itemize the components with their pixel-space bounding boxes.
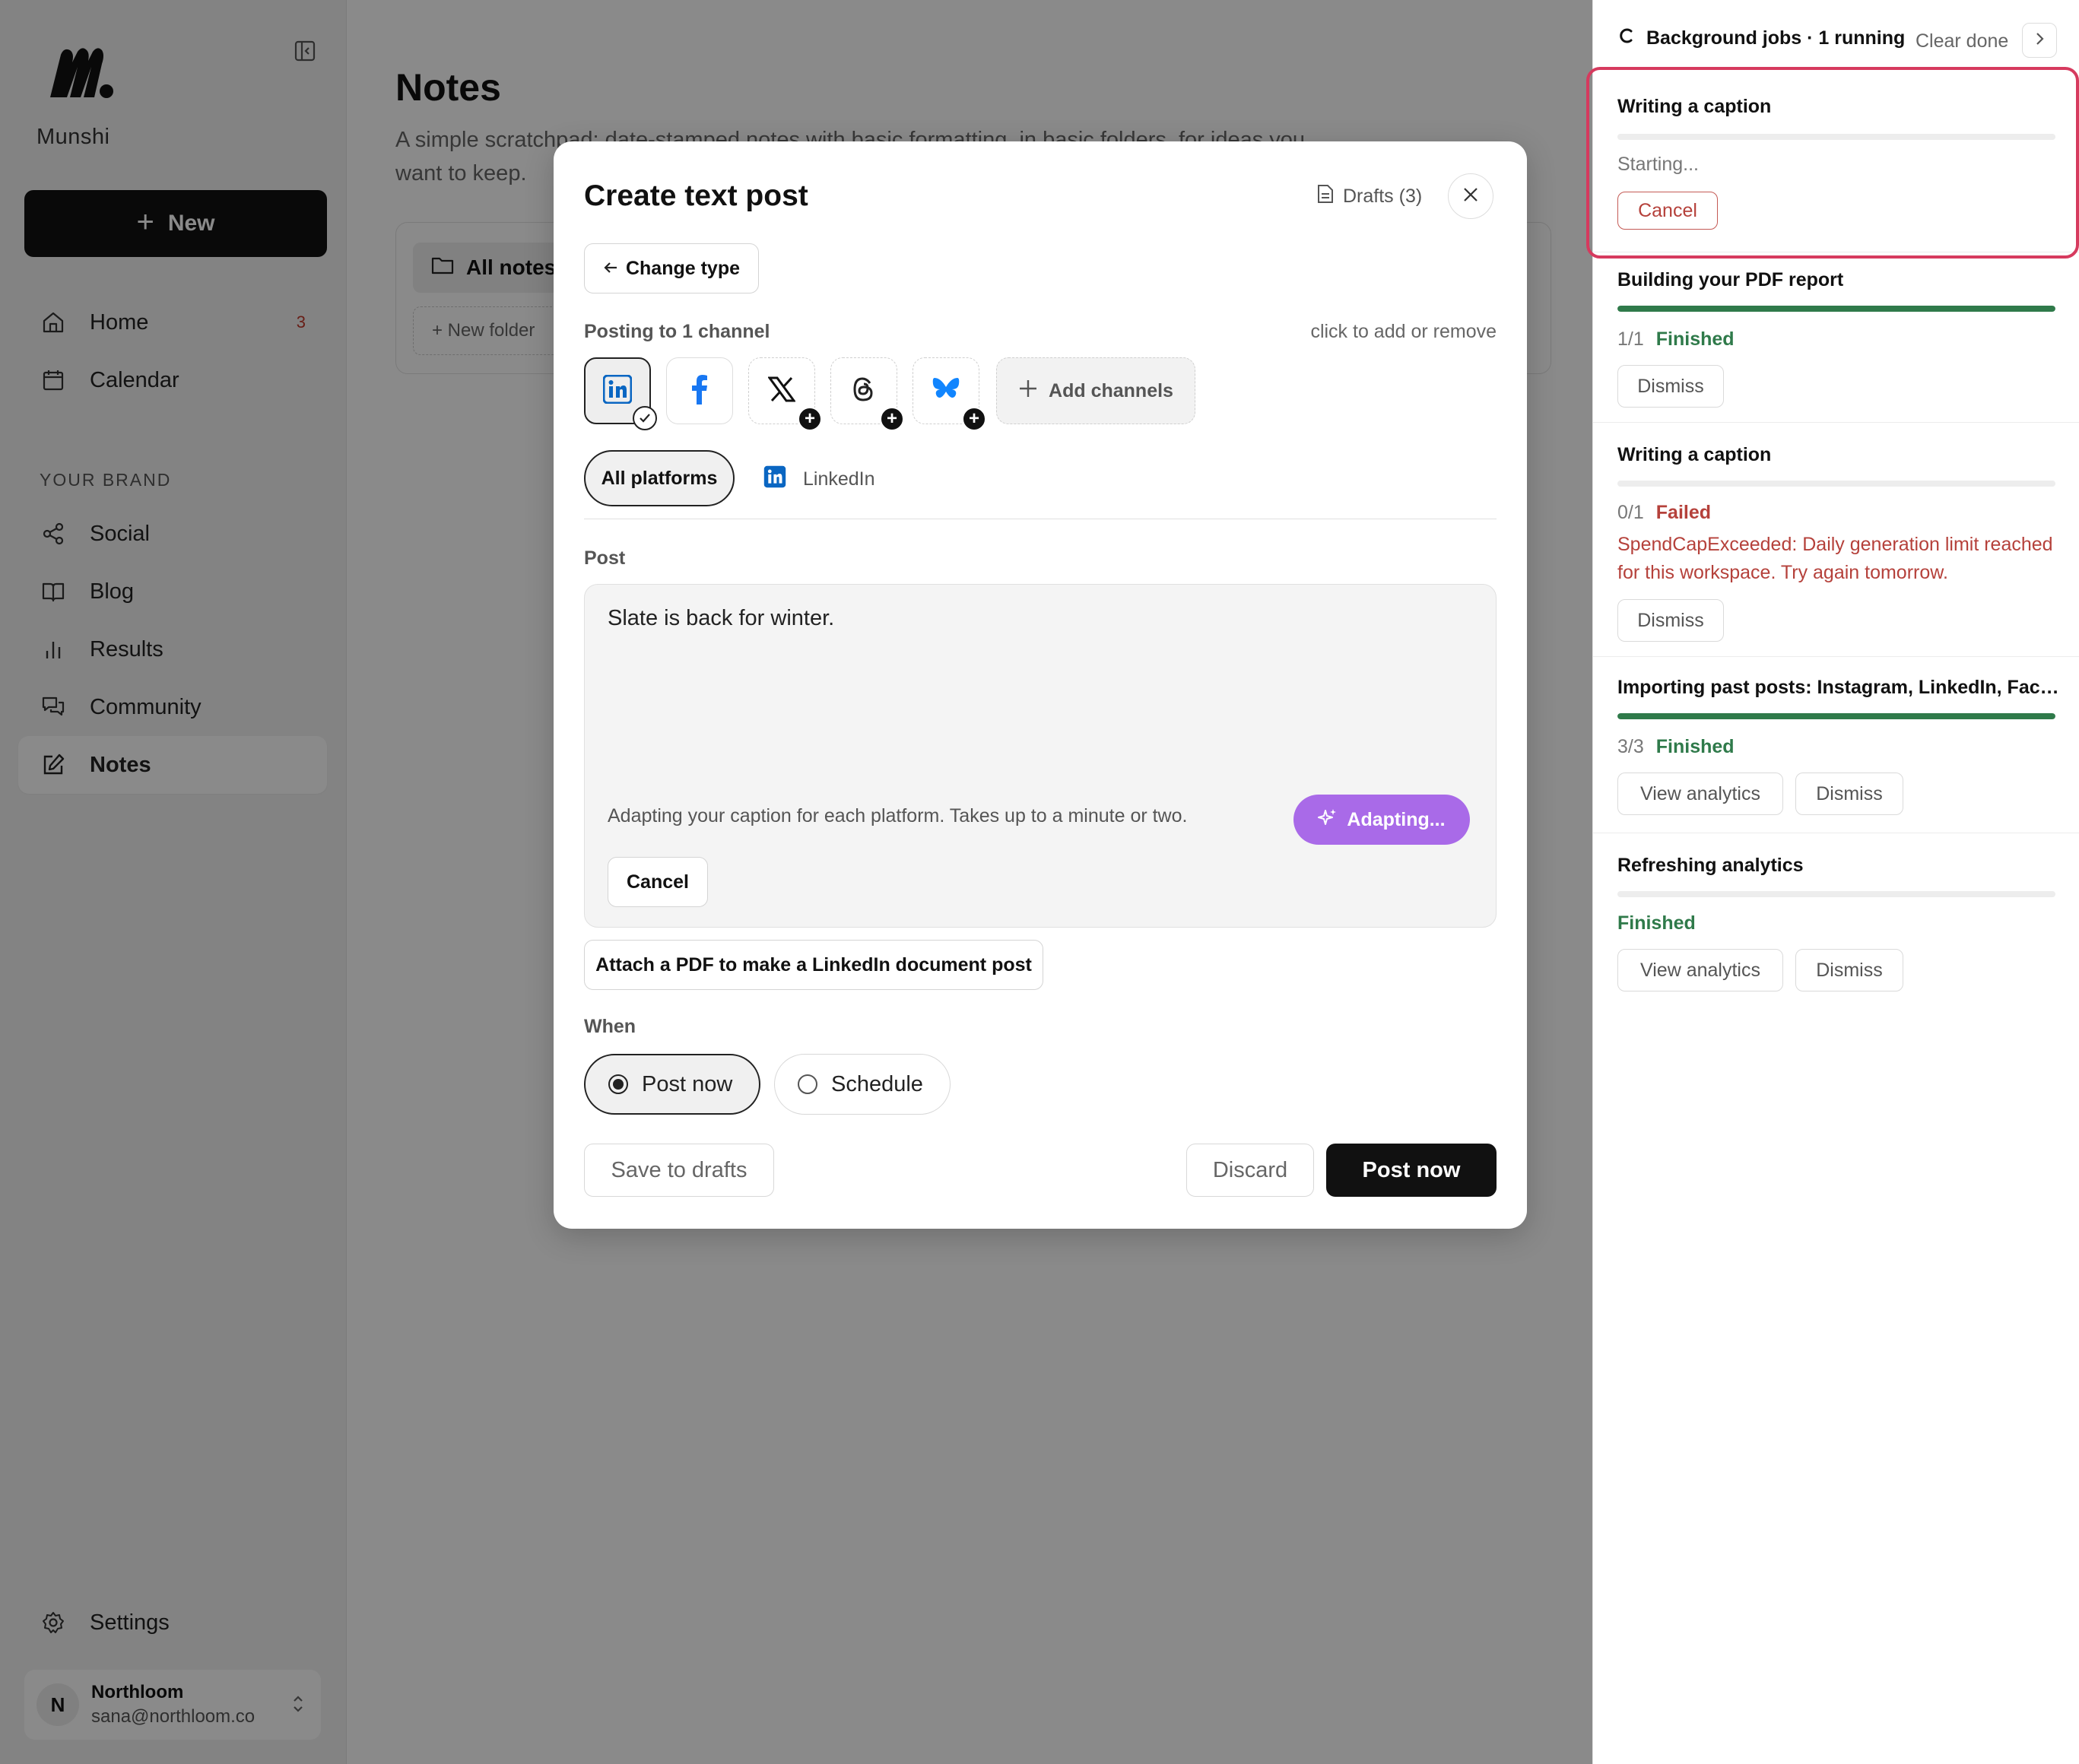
add-channels-button[interactable]: Add channels: [996, 357, 1195, 424]
job-count: 0/1: [1617, 502, 1644, 523]
job-status: Starting...: [1617, 154, 1699, 176]
radio-label: Schedule: [831, 1071, 923, 1096]
cancel-adapting-button[interactable]: Cancel: [608, 857, 708, 907]
background-jobs-panel: Background jobs · 1 running Clear done W…: [1592, 0, 2079, 1764]
job-status: 3/3 Finished: [1617, 736, 1735, 758]
adapting-label: Adapting...: [1347, 808, 1446, 830]
post-text[interactable]: Slate is back for winter.: [608, 606, 834, 631]
progress-fill: [1617, 306, 2055, 312]
selected-check-icon: [633, 406, 657, 430]
status-text: Finished: [1655, 736, 1735, 757]
close-icon: [1462, 186, 1479, 207]
dismiss-button[interactable]: Dismiss: [1795, 773, 1903, 815]
radio-unselected-icon: [798, 1074, 817, 1094]
tab-all-platforms[interactable]: All platforms: [584, 450, 735, 506]
adapting-note: Adapting your caption for each platform.…: [608, 805, 1188, 826]
facebook-icon: [690, 374, 709, 408]
add-channel-icon: +: [880, 407, 904, 431]
post-now-radio[interactable]: Post now: [584, 1054, 760, 1115]
bluesky-icon: [932, 376, 960, 406]
job-card: Building your PDF report 1/1 Finished Di…: [1593, 252, 2079, 423]
post-label: Post: [584, 547, 626, 569]
modal-title: Create text post: [584, 179, 808, 212]
job-card: Writing a caption Starting... Cancel: [1593, 70, 2079, 252]
create-post-modal: Create text post Drafts (3) Change type …: [554, 141, 1527, 1229]
progress-bar: [1617, 306, 2055, 312]
job-title: Building your PDF report: [1617, 269, 1844, 290]
dismiss-button[interactable]: Dismiss: [1795, 949, 1903, 991]
close-button[interactable]: [1448, 173, 1493, 219]
x-icon: [767, 376, 796, 406]
posting-label: Posting to 1 channel: [584, 321, 770, 342]
status-text: Finished: [1617, 912, 1696, 934]
job-title: Writing a caption: [1617, 444, 1772, 465]
progress-bar: [1617, 891, 2055, 897]
post-editor[interactable]: Slate is back for winter. Adapting your …: [584, 584, 1497, 928]
job-status: 1/1 Finished: [1617, 328, 1735, 351]
job-title: Refreshing analytics: [1617, 855, 1804, 876]
job-status: 0/1 Failed: [1617, 502, 1711, 524]
document-icon: [1317, 184, 1334, 209]
job-card: Importing past posts: Instagram, LinkedI…: [1593, 657, 2079, 833]
progress-bar: [1617, 134, 2055, 140]
adapting-button[interactable]: Adapting...: [1293, 795, 1470, 845]
job-card: Refreshing analytics Finished View analy…: [1593, 833, 2079, 1008]
linkedin-icon: [763, 465, 786, 493]
job-count: 3/3: [1617, 736, 1644, 757]
add-channel-icon: +: [962, 407, 986, 431]
progress-bar: [1617, 481, 2055, 487]
progress-fill: [1617, 713, 2055, 719]
drafts-label: Drafts (3): [1343, 186, 1423, 207]
clear-done-button[interactable]: Clear done: [1916, 30, 2008, 52]
view-analytics-button[interactable]: View analytics: [1617, 773, 1783, 815]
arrow-left-icon: [603, 258, 618, 280]
dismiss-button[interactable]: Dismiss: [1617, 599, 1724, 642]
drafts-button[interactable]: Drafts (3): [1317, 184, 1422, 209]
schedule-radio[interactable]: Schedule: [774, 1054, 951, 1115]
channel-threads[interactable]: +: [830, 357, 904, 431]
spinner-icon: [1617, 27, 1634, 49]
jobs-header-label: Background jobs · 1 running: [1646, 27, 1906, 49]
add-channels-label: Add channels: [1049, 379, 1173, 401]
sparkle-icon: [1318, 807, 1338, 833]
change-type-label: Change type: [625, 257, 741, 279]
post-now-button[interactable]: Post now: [1326, 1144, 1497, 1197]
chevron-right-icon: [2034, 31, 2045, 50]
jobs-header: Background jobs · 1 running: [1617, 27, 1905, 49]
tab-label: LinkedIn: [803, 468, 875, 490]
status-text: Starting...: [1617, 154, 1699, 175]
radio-selected-icon: [608, 1074, 628, 1094]
channel-bluesky[interactable]: +: [913, 357, 986, 431]
channel-x[interactable]: +: [748, 357, 822, 431]
collapse-panel-button[interactable]: [2022, 23, 2057, 58]
radio-label: Post now: [642, 1071, 733, 1096]
add-channel-icon: +: [798, 407, 822, 431]
linkedin-icon: [602, 374, 633, 408]
job-title: Writing a caption: [1617, 96, 1772, 117]
status-text: Finished: [1655, 328, 1735, 350]
status-text: Failed: [1655, 502, 1712, 523]
change-type-button[interactable]: Change type: [584, 243, 759, 293]
save-to-drafts-button[interactable]: Save to drafts: [584, 1144, 774, 1197]
when-label: When: [584, 1016, 636, 1037]
progress-bar: [1617, 713, 2055, 719]
channel-hint: click to add or remove: [1310, 321, 1497, 342]
job-title: Importing past posts: Instagram, LinkedI…: [1617, 677, 2062, 698]
channel-facebook[interactable]: [666, 357, 733, 424]
job-status: Finished: [1617, 912, 1696, 934]
threads-icon: [852, 376, 876, 406]
job-card: Writing a caption 0/1 Failed SpendCapExc…: [1593, 423, 2079, 657]
cancel-job-button[interactable]: Cancel: [1617, 192, 1718, 230]
plus-icon: [1018, 379, 1038, 404]
job-count: 1/1: [1617, 328, 1644, 350]
dismiss-button[interactable]: Dismiss: [1617, 365, 1724, 408]
tab-linkedin[interactable]: LinkedIn: [763, 465, 875, 493]
discard-button[interactable]: Discard: [1186, 1144, 1314, 1197]
channel-linkedin[interactable]: [584, 357, 657, 430]
attach-pdf-button[interactable]: Attach a PDF to make a LinkedIn document…: [584, 940, 1043, 990]
view-analytics-button[interactable]: View analytics: [1617, 949, 1783, 991]
job-error-message: SpendCapExceeded: Daily generation limit…: [1617, 534, 2053, 583]
